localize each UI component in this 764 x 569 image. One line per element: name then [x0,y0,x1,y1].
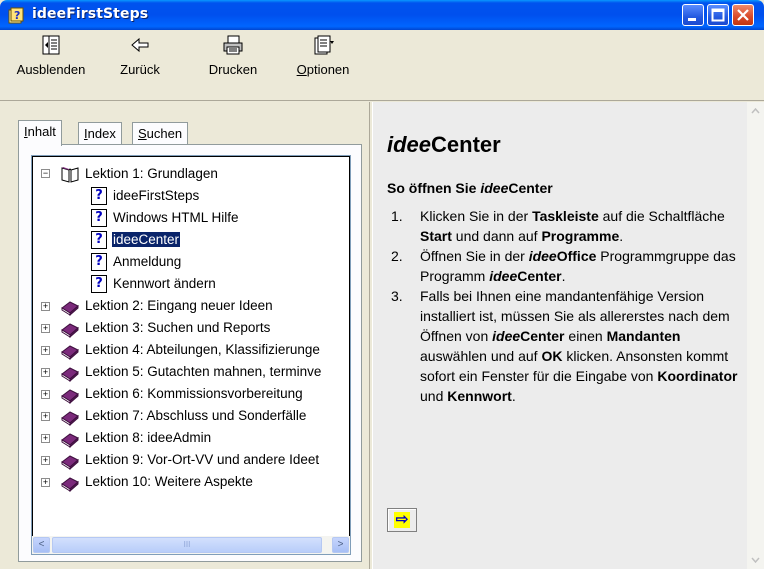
closed-book-icon [61,323,79,338]
tree-node-label: Lektion 8: ideeAdmin [85,430,212,445]
svg-text:?: ? [14,9,20,22]
help-topic-icon: ? [91,209,107,227]
topic-label: Anmeldung [113,254,182,269]
tree-node-label: Lektion 10: Weitere Aspekte [85,474,253,489]
expand-icon[interactable]: + [41,346,50,355]
navigation-pane: Inhalt Index Suchen − Lektion 1: Grundla… [0,102,370,569]
expand-icon[interactable]: + [41,456,50,465]
topic-label-selected: ideeCenter [110,231,182,248]
tree-node-label: Lektion 3: Suchen und Reports [85,320,271,335]
steps-list: 1. Klicken Sie in der Taskleiste auf die… [387,206,747,406]
tree-viewport: − Lektion 1: Grundlagen ? ideeFirstSteps… [32,156,350,536]
help-topic-icon: ? [91,187,107,205]
scroll-right-button[interactable]: > [332,537,349,553]
back-label: Zurück [120,62,160,77]
close-button[interactable] [732,4,754,26]
step-3: 3. Falls bei Ihnen eine mandantenfähige … [391,288,738,404]
tree-node-label: Lektion 7: Abschluss und Sonderfälle [85,408,307,423]
scroll-thumb[interactable]: III [52,537,322,553]
closed-book-icon [61,301,79,316]
closed-book-icon [61,433,79,448]
back-arrow-icon [131,37,149,53]
collapse-icon[interactable]: − [41,169,50,178]
topic-subheading: So öffnen Sie ideeCenter [387,180,553,196]
minimize-button[interactable] [682,4,704,26]
options-label: Optionen [296,62,350,77]
hide-label: Ausblenden [16,62,86,77]
tree-node-label: Lektion 1: Grundlagen [85,166,218,181]
print-button[interactable]: Drucken [198,34,268,77]
closed-book-icon [61,367,79,382]
maximize-button[interactable] [707,4,729,26]
back-button[interactable]: Zurück [110,34,170,77]
tab-index[interactable]: Index [78,122,122,144]
close-icon [737,9,749,21]
scroll-up-icon[interactable] [748,104,763,119]
next-topic-button[interactable]: ⇨ [387,508,417,532]
tree-node-label: Lektion 5: Gutachten mahnen, terminve [85,364,322,379]
window-title: ideeFirstSteps [32,6,149,22]
minimize-icon [688,18,696,21]
tree-node-label: Lektion 6: Kommissionsvorbereitung [85,386,303,401]
toolbar: Ausblenden Zurück Drucken Optionen [0,30,764,101]
topic-pane: ideeCenter So öffnen Sie ideeCenter 1. K… [372,102,764,569]
expand-icon[interactable]: + [41,478,50,487]
hide-button[interactable]: Ausblenden [2,34,100,77]
tree-node-label: Lektion 2: Eingang neuer Ideen [85,298,273,313]
contents-tree[interactable]: − Lektion 1: Grundlagen ? ideeFirstSteps… [31,155,351,555]
topic-label: Kennwort ändern [113,276,216,291]
printer-icon [223,35,243,55]
tree-node-label: Lektion 4: Abteilungen, Klassifizierunge [85,342,320,357]
horizontal-scrollbar[interactable]: < III > [32,536,350,554]
hide-icon [42,35,60,55]
step-2: 2. Öffnen Sie in der ideeOffice Programm… [391,248,736,284]
options-button[interactable]: Optionen [288,34,358,77]
closed-book-icon [61,455,79,470]
scroll-left-button[interactable]: < [33,537,50,553]
help-topic-icon: ? [91,275,107,293]
expand-icon[interactable]: + [41,324,50,333]
maximize-icon [711,8,725,22]
help-topic-icon: ? [91,231,107,249]
next-arrow-icon: ⇨ [393,511,411,528]
step-1: 1. Klicken Sie in der Taskleiste auf die… [391,208,725,244]
options-icon [314,35,334,55]
tree-node-label: Lektion 9: Vor-Ort-VV und andere Ideet [85,452,320,467]
tab-contents[interactable]: Inhalt [18,120,62,146]
help-topic-icon: ? [91,253,107,271]
print-label: Drucken [208,62,258,77]
expand-icon[interactable]: + [41,368,50,377]
topic-label: ideeFirstSteps [113,188,200,203]
vertical-scrollbar[interactable] [747,102,764,569]
expand-icon[interactable]: + [41,412,50,421]
tab-search[interactable]: Suchen [132,122,189,144]
closed-book-icon [61,411,79,426]
tab-panel: − Lektion 1: Grundlagen ? ideeFirstSteps… [18,144,362,562]
expand-icon[interactable]: + [41,302,50,311]
help-app-icon: ? [8,7,24,24]
topic-label: Windows HTML Hilfe [113,210,239,225]
scroll-down-icon[interactable] [748,552,763,567]
topic-heading: ideeCenter [387,132,501,157]
closed-book-icon [61,345,79,360]
expand-icon[interactable]: + [41,390,50,399]
expand-icon[interactable]: + [41,434,50,443]
closed-book-icon [61,477,79,492]
closed-book-icon [61,389,79,404]
title-bar[interactable]: ? ideeFirstSteps [0,0,764,30]
open-book-icon [61,167,79,183]
